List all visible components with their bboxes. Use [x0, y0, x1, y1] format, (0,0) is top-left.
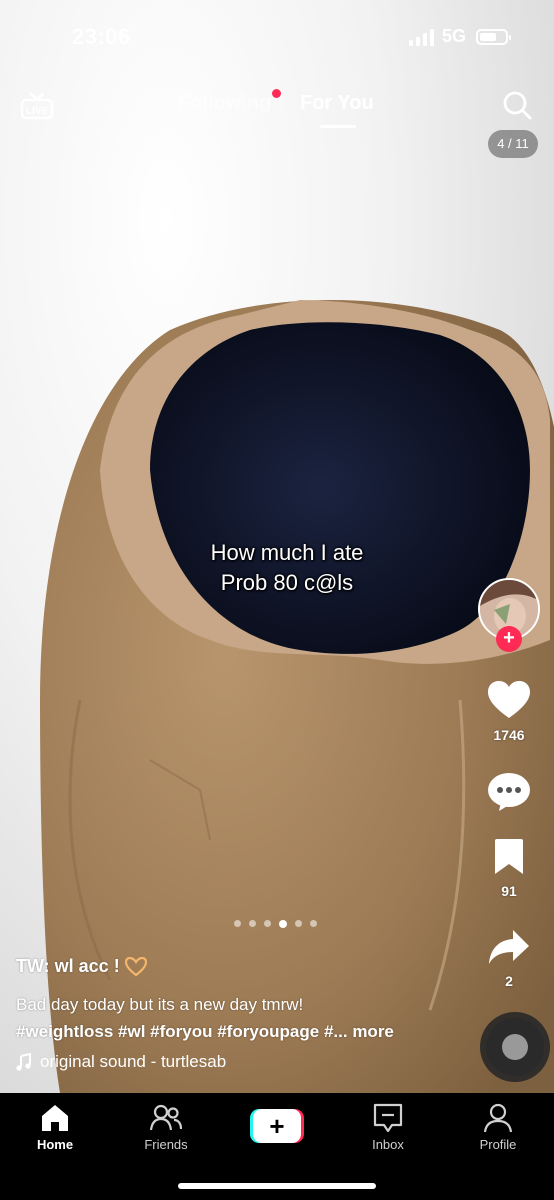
disc-cover — [502, 1034, 528, 1060]
slideshow-dots — [234, 919, 317, 928]
nav-profile[interactable]: Profile — [458, 1103, 538, 1152]
comment-icon — [488, 773, 530, 811]
home-icon — [42, 1105, 68, 1131]
nav-friends-label: Friends — [144, 1137, 188, 1152]
home-indicator — [178, 1183, 376, 1189]
slide-dot — [249, 920, 256, 927]
bookmark-count: 91 — [501, 883, 517, 899]
slide-dot — [295, 920, 302, 927]
like-count: 1746 — [493, 727, 525, 743]
overlay-line-2: Prob 80 c@ls — [220, 570, 354, 595]
nav-inbox-label: Inbox — [372, 1137, 404, 1152]
share-icon — [489, 930, 529, 964]
caption-description[interactable]: Bad day today but its a new day tmrw! #w… — [16, 991, 456, 1045]
active-tab-indicator — [320, 125, 356, 128]
tab-following[interactable]: Following — [178, 92, 271, 115]
inbox-icon — [373, 1103, 403, 1133]
creator-username[interactable]: TW: wl acc ! — [16, 956, 456, 977]
hashtags[interactable]: #weightloss #wl #foryou #foryoupage #... — [16, 1022, 348, 1041]
slide-dot-active — [279, 919, 287, 928]
music-note-icon — [16, 1053, 31, 1071]
create-button[interactable]: + — [250, 1109, 304, 1143]
sound-name: original sound - turtlesab — [40, 1052, 227, 1071]
status-indicators: 5G — [408, 26, 511, 47]
nav-home[interactable]: Home — [15, 1103, 95, 1152]
friends-icon — [150, 1104, 182, 1131]
sound-link[interactable]: original sound - turtlesab — [16, 1052, 226, 1072]
overlay-line-1: How much I ate — [210, 540, 364, 565]
status-bar: 23:06 5G — [0, 0, 554, 74]
more-link[interactable]: more — [352, 1022, 394, 1041]
nav-home-label: Home — [36, 1137, 74, 1152]
notification-dot — [272, 89, 281, 98]
bookmark-icon — [495, 839, 523, 874]
tab-for-you[interactable]: For You — [300, 92, 374, 115]
status-time: 23:06 — [72, 24, 131, 49]
video-overlay-text: How much I ate Prob 80 c@ls — [0, 538, 554, 598]
video-caption: TW: wl acc ! Bad day today but its a new… — [16, 956, 456, 1045]
nav-friends[interactable]: Friends — [126, 1103, 206, 1152]
description-text: Bad day today but its a new day tmrw! — [16, 995, 304, 1014]
search-icon[interactable] — [502, 90, 532, 120]
battery-icon — [476, 28, 511, 45]
slide-dot — [264, 920, 271, 927]
like-button[interactable]: 1746 — [474, 680, 544, 743]
nav-inbox[interactable]: Inbox — [348, 1103, 428, 1152]
sound-disc-icon[interactable] — [486, 1018, 544, 1076]
slide-dot — [310, 920, 317, 927]
share-button[interactable]: 2 — [474, 928, 544, 989]
signal-icon — [408, 28, 434, 46]
slide-dot — [234, 920, 241, 927]
comment-button[interactable] — [474, 772, 544, 817]
feed-tabs: Following For You — [0, 89, 554, 132]
plus-icon: + — [253, 1109, 301, 1143]
profile-icon — [483, 1103, 513, 1133]
heart-icon — [488, 681, 530, 718]
follow-plus-button[interactable]: + — [496, 626, 522, 652]
nav-profile-label: Profile — [479, 1137, 517, 1152]
username-text: TW: wl acc ! — [16, 956, 120, 976]
bookmark-button[interactable]: 91 — [474, 838, 544, 899]
photo-page-counter: 4 / 11 — [488, 130, 538, 158]
heart-hands-emoji-icon — [124, 956, 147, 976]
share-count: 2 — [505, 973, 513, 989]
network-type: 5G — [441, 26, 466, 46]
